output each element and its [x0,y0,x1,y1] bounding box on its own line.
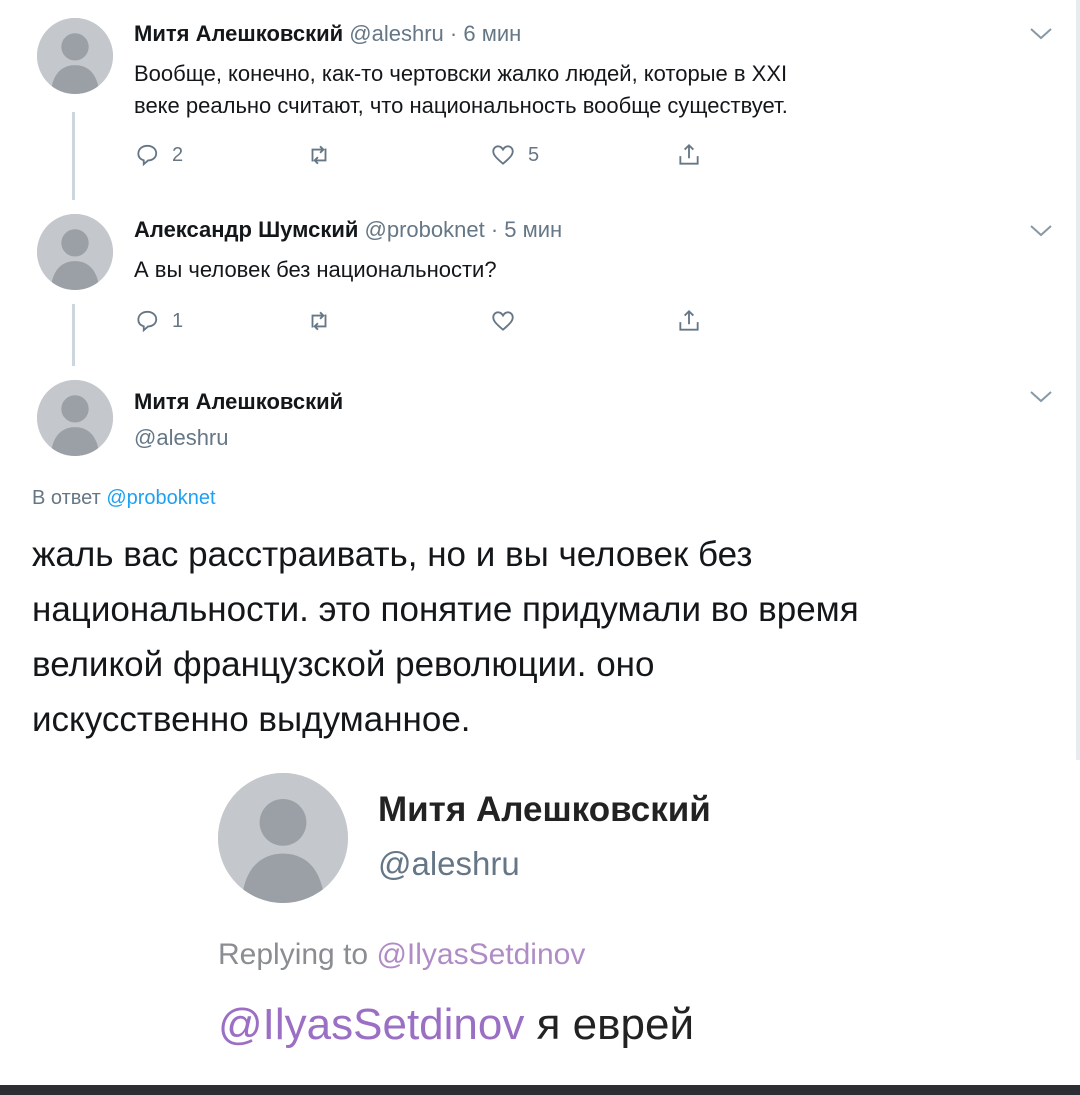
separator: · [449,21,458,46]
retweet-icon [311,145,327,165]
reply-mention-link[interactable]: @proboknet [106,487,215,509]
user-handle[interactable]: @aleshru [349,21,444,46]
reply-context: В ответ @proboknet [32,487,216,510]
tweet-header: Митя Алешковский @aleshru · 6 мин [134,20,521,48]
quoted-text-body: я еврей [536,1000,695,1049]
replying-mention-link[interactable]: @IlyasSetdinov [376,938,585,971]
tweet-text-line: веке реально считают, что национальность… [134,93,788,118]
separator: · [490,217,499,242]
placeholder-avatar-icon [37,380,113,456]
replying-prefix: Replying to [218,938,369,971]
share-icon [679,143,699,165]
avatar[interactable] [37,380,113,456]
user-handle[interactable]: @proboknet [365,217,485,242]
chevron-down-icon[interactable] [1028,222,1054,240]
reply-icon [137,144,158,167]
share-button[interactable] [676,308,702,334]
quoted-avatar[interactable] [218,773,348,903]
timestamp[interactable]: 5 мин [504,217,562,242]
display-name[interactable]: Александр Шумский [134,217,358,242]
reply-prefix: В ответ [32,487,101,509]
avatar[interactable] [37,214,113,290]
avatar[interactable] [37,18,113,94]
like-button[interactable] [490,308,516,334]
scroll-edge [1076,0,1080,760]
retweet-button[interactable] [306,308,332,334]
bottom-bar [0,1085,1080,1095]
placeholder-avatar-icon [37,18,113,94]
share-icon [679,309,699,331]
quoted-display-name[interactable]: Митя Алешковский [378,790,711,830]
retweet-button[interactable] [306,142,332,168]
share-button[interactable] [676,142,702,168]
tweet-text-line: искусственно выдуманное. [32,700,471,739]
thread-line [72,304,75,366]
like-count: 5 [528,143,540,166]
placeholder-avatar-icon [37,214,113,290]
quoted-mention-link[interactable]: @IlyasSetdinov [218,1000,524,1049]
chevron-down-icon[interactable] [1028,388,1054,406]
thread-line [72,112,75,200]
user-handle[interactable]: @aleshru [134,424,229,452]
reply-count: 1 [172,309,184,332]
tweet-header: Александр Шумский @proboknet · 5 мин [134,216,562,244]
like-button[interactable]: 5 [490,142,539,168]
quoted-reply-context: Replying to @IlyasSetdinov [218,938,585,972]
quoted-user-handle[interactable]: @aleshru [378,845,520,883]
tweet-text: Вообще, конечно, как-то чертовски жалко … [134,58,788,122]
main-tweet-text: жаль вас расстраивать, но и вы человек б… [32,527,1042,747]
placeholder-avatar-icon [218,773,348,903]
display-name[interactable]: Митя Алешковский [134,388,343,416]
quoted-tweet-text: @IlyasSetdinov я еврей [218,1000,694,1050]
tweet-text-line: национальности. это понятие придумали во… [32,590,859,629]
timestamp[interactable]: 6 мин [463,21,521,46]
reply-button[interactable]: 2 [134,142,183,168]
heart-icon [492,311,514,331]
heart-icon [492,145,514,165]
tweet-text: А вы человек без национальности? [134,257,497,282]
retweet-icon [311,311,327,331]
reply-count: 2 [172,143,184,166]
display-name[interactable]: Митя Алешковский [134,21,343,46]
reply-button[interactable]: 1 [134,308,183,334]
reply-icon [137,310,158,333]
chevron-down-icon[interactable] [1028,25,1054,43]
tweet-text-line: жаль вас расстраивать, но и вы человек б… [32,535,753,574]
tweet-text-line: великой французской революции. оно [32,645,655,684]
tweet-text-line: Вообще, конечно, как-то чертовски жалко … [134,61,788,86]
